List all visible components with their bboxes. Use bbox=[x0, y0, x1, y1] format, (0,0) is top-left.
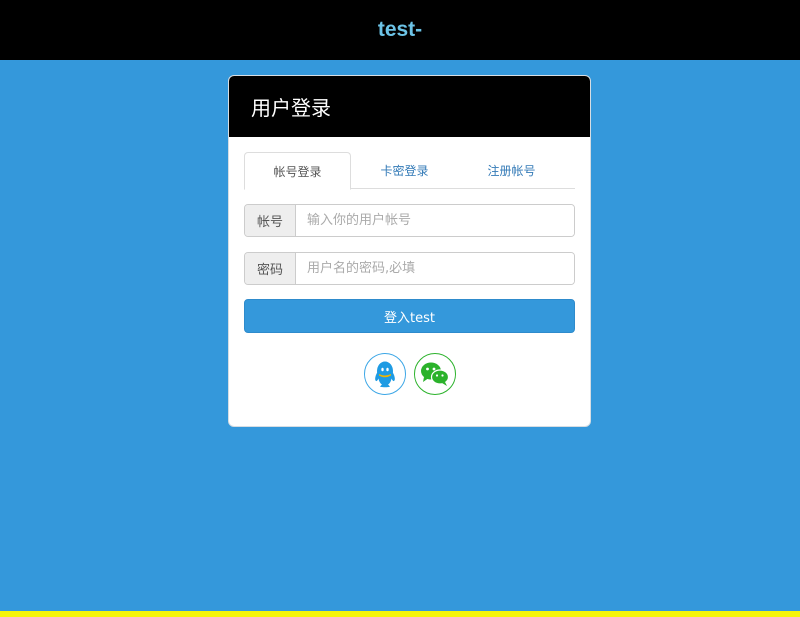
tab-account-login[interactable]: 帐号登录 bbox=[244, 152, 351, 190]
top-bar: test- bbox=[0, 0, 800, 60]
qq-login-button[interactable] bbox=[363, 353, 406, 395]
wechat-login-button[interactable] bbox=[413, 353, 456, 395]
login-card: 用户登录 帐号登录 卡密登录 注册帐号 帐号 密码 登入test bbox=[228, 75, 591, 427]
login-card-header: 用户登录 bbox=[229, 76, 590, 137]
tab-card-key-login[interactable]: 卡密登录 bbox=[351, 152, 458, 189]
social-login-row bbox=[244, 353, 575, 395]
tab-register[interactable]: 注册帐号 bbox=[458, 152, 565, 189]
password-input[interactable] bbox=[296, 253, 574, 284]
login-card-body: 帐号登录 卡密登录 注册帐号 帐号 密码 登入test bbox=[229, 137, 590, 395]
bottom-accent-stripe bbox=[0, 611, 800, 617]
password-label: 密码 bbox=[245, 253, 296, 284]
account-field-group: 帐号 bbox=[244, 204, 575, 237]
login-button[interactable]: 登入test bbox=[244, 299, 575, 333]
login-tabs: 帐号登录 卡密登录 注册帐号 bbox=[244, 152, 575, 190]
account-input[interactable] bbox=[296, 205, 574, 236]
account-label: 帐号 bbox=[245, 205, 296, 236]
qq-icon bbox=[374, 361, 395, 388]
wechat-icon bbox=[420, 362, 449, 386]
password-field-group: 密码 bbox=[244, 252, 575, 285]
login-card-title: 用户登录 bbox=[251, 96, 331, 120]
site-title: test- bbox=[377, 18, 423, 41]
